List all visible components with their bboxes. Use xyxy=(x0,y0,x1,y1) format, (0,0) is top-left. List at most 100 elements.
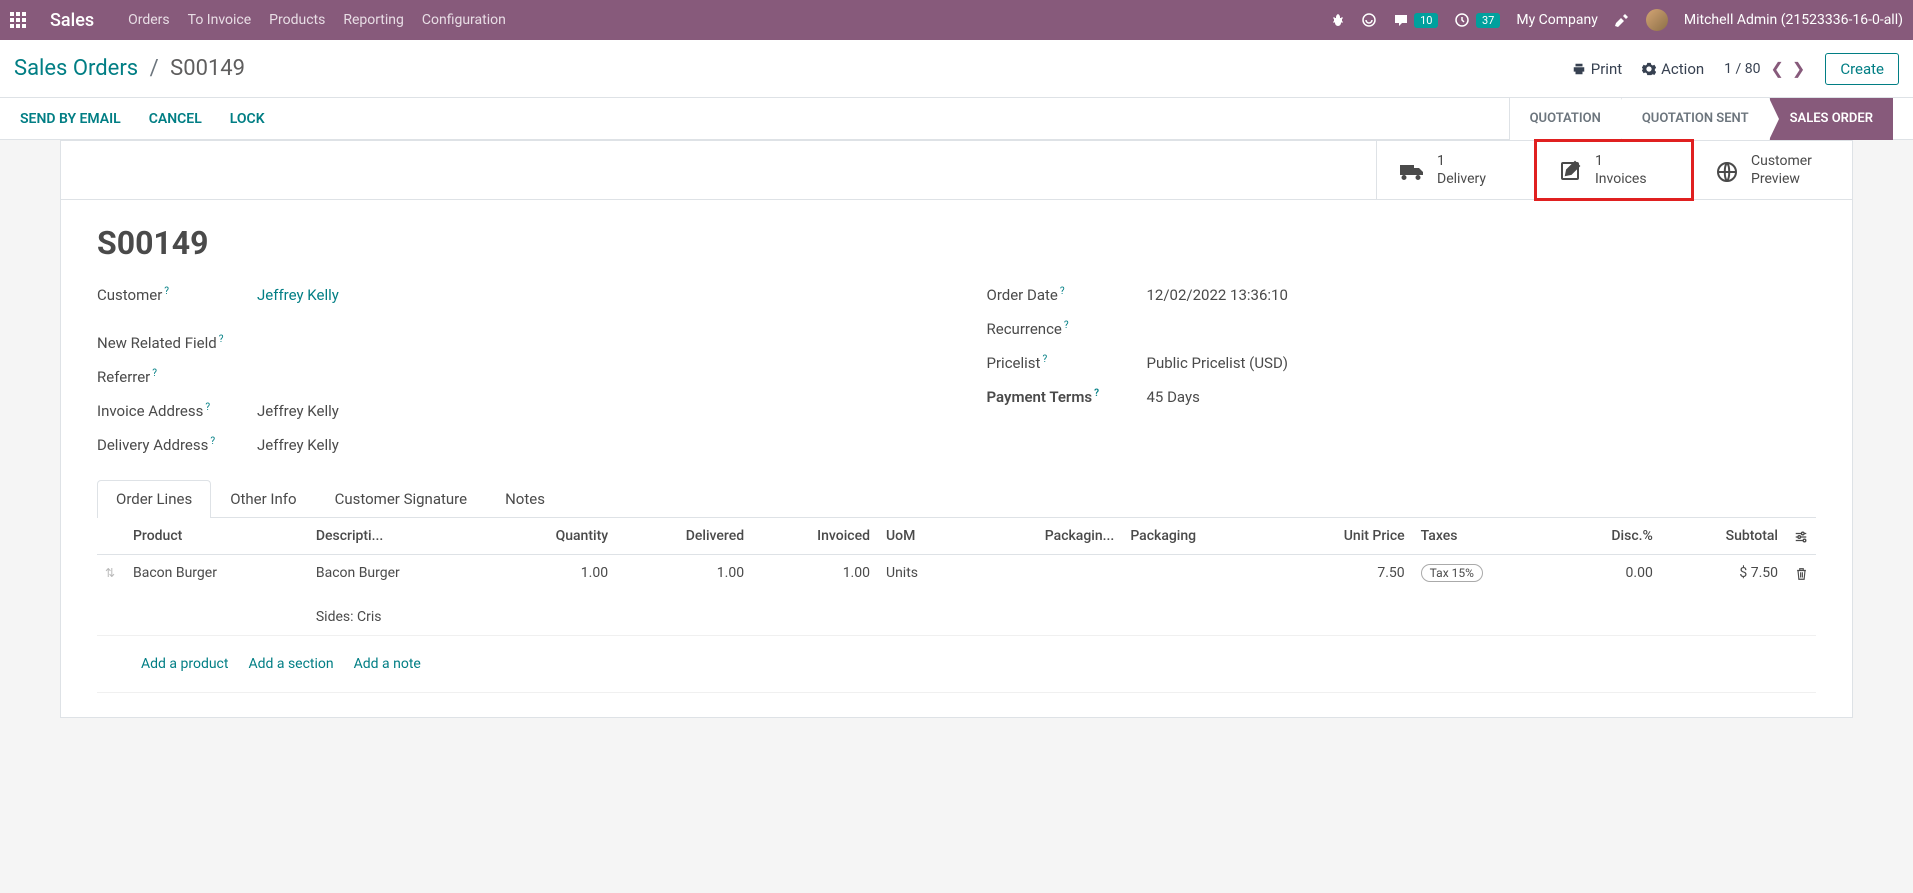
columns-settings-icon[interactable] xyxy=(1794,528,1808,544)
cell-quantity[interactable]: 1.00 xyxy=(491,555,616,636)
pager-text: 1 / 80 xyxy=(1724,61,1760,77)
label-referrer: Referrer? xyxy=(97,368,257,386)
label-recurrence: Recurrence? xyxy=(987,320,1147,338)
stat-invoices[interactable]: 1 Invoices xyxy=(1534,139,1694,201)
th-description[interactable]: Descripti... xyxy=(308,518,491,555)
nav-products[interactable]: Products xyxy=(269,12,325,28)
table-row[interactable]: ⇅ Bacon Burger Bacon Burger Sides: Cris … xyxy=(97,555,1816,636)
nav-orders[interactable]: Orders xyxy=(128,12,170,28)
th-disc[interactable]: Disc.% xyxy=(1556,518,1661,555)
help-icon[interactable]: ? xyxy=(1042,354,1047,365)
messages-icon[interactable]: 10 xyxy=(1393,12,1439,28)
value-invoice-address[interactable]: Jeffrey Kelly xyxy=(257,402,339,420)
th-invoiced[interactable]: Invoiced xyxy=(752,518,878,555)
cell-product[interactable]: Bacon Burger xyxy=(125,555,308,636)
create-button[interactable]: Create xyxy=(1825,53,1899,85)
activities-icon[interactable]: 37 xyxy=(1454,12,1500,28)
tab-other-info[interactable]: Other Info xyxy=(211,480,315,517)
nav-to-invoice[interactable]: To Invoice xyxy=(188,12,252,28)
status-bar: QUOTATION QUOTATION SENT SALES ORDER xyxy=(1509,98,1893,140)
app-brand[interactable]: Sales xyxy=(50,10,94,31)
pager-next[interactable]: ❯ xyxy=(1792,59,1805,78)
action-button[interactable]: Action xyxy=(1642,60,1704,78)
cell-delivered[interactable]: 1.00 xyxy=(616,555,752,636)
table-header-row: Product Descripti... Quantity Delivered … xyxy=(97,518,1816,555)
add-section-link[interactable]: Add a section xyxy=(248,656,333,672)
help-icon[interactable]: ? xyxy=(152,368,157,379)
cell-packaging-qty[interactable] xyxy=(966,555,1122,636)
add-links-row: Add a product Add a section Add a note xyxy=(97,636,1816,693)
tab-notes[interactable]: Notes xyxy=(486,480,564,517)
help-icon[interactable]: ? xyxy=(210,436,215,447)
apps-icon[interactable] xyxy=(10,12,26,28)
support-icon[interactable] xyxy=(1361,12,1377,28)
add-product-link[interactable]: Add a product xyxy=(141,656,228,672)
help-icon[interactable]: ? xyxy=(1064,320,1069,331)
status-quotation-sent[interactable]: QUOTATION SENT xyxy=(1621,98,1769,140)
help-icon[interactable]: ? xyxy=(1060,286,1065,297)
stat-delivery[interactable]: 1 Delivery xyxy=(1376,141,1536,199)
print-icon xyxy=(1572,62,1586,76)
status-sales-order[interactable]: SALES ORDER xyxy=(1769,98,1893,140)
label-customer: Customer? xyxy=(97,286,257,304)
activities-badge: 37 xyxy=(1476,13,1500,28)
globe-icon xyxy=(1715,156,1739,184)
cell-taxes[interactable]: Tax 15% xyxy=(1413,555,1556,636)
th-quantity[interactable]: Quantity xyxy=(491,518,616,555)
user-name[interactable]: Mitchell Admin (21523336-16-0-all) xyxy=(1684,12,1903,28)
th-packaging-qty[interactable]: Packagin... xyxy=(966,518,1122,555)
breadcrumb: Sales Orders / S00149 xyxy=(14,56,245,81)
tax-tag[interactable]: Tax 15% xyxy=(1421,564,1483,582)
help-icon[interactable]: ? xyxy=(1094,388,1099,399)
add-note-link[interactable]: Add a note xyxy=(354,656,421,672)
value-customer[interactable]: Jeffrey Kelly xyxy=(257,286,339,304)
value-order-date[interactable]: 12/02/2022 13:36:10 xyxy=(1147,286,1288,304)
stat-delivery-count: 1 xyxy=(1437,152,1486,170)
label-invoice-address: Invoice Address? xyxy=(97,402,257,420)
value-pricelist[interactable]: Public Pricelist (USD) xyxy=(1147,354,1289,372)
tab-customer-signature[interactable]: Customer Signature xyxy=(316,480,487,517)
user-avatar[interactable] xyxy=(1646,9,1668,31)
th-unit-price[interactable]: Unit Price xyxy=(1272,518,1413,555)
gear-icon xyxy=(1642,62,1656,76)
breadcrumb-parent[interactable]: Sales Orders xyxy=(14,56,138,81)
value-payment-terms[interactable]: 45 Days xyxy=(1147,388,1200,406)
th-packaging[interactable]: Packaging xyxy=(1122,518,1272,555)
th-uom[interactable]: UoM xyxy=(878,518,966,555)
th-delivered[interactable]: Delivered xyxy=(616,518,752,555)
help-icon[interactable]: ? xyxy=(205,402,210,413)
stat-preview-l2: Preview xyxy=(1751,170,1812,188)
stat-customer-preview[interactable]: Customer Preview xyxy=(1692,141,1852,199)
pager-prev[interactable]: ❮ xyxy=(1771,59,1784,78)
nav-configuration[interactable]: Configuration xyxy=(422,12,506,28)
value-delivery-address[interactable]: Jeffrey Kelly xyxy=(257,436,339,454)
cell-invoiced[interactable]: 1.00 xyxy=(752,555,878,636)
send-email-button[interactable]: SEND BY EMAIL xyxy=(20,111,121,127)
print-button[interactable]: Print xyxy=(1572,60,1622,78)
cell-description[interactable]: Bacon Burger Sides: Cris xyxy=(308,555,491,636)
cell-disc[interactable]: 0.00 xyxy=(1556,555,1661,636)
drag-handle-icon[interactable]: ⇅ xyxy=(105,566,115,580)
status-quotation[interactable]: QUOTATION xyxy=(1509,98,1621,140)
cell-packaging[interactable] xyxy=(1122,555,1272,636)
stat-preview-l1: Customer xyxy=(1751,152,1812,170)
delete-row-icon[interactable] xyxy=(1795,565,1808,581)
tab-order-lines[interactable]: Order Lines xyxy=(97,480,211,518)
action-bar: SEND BY EMAIL CANCEL LOCK QUOTATION QUOT… xyxy=(0,98,1913,140)
order-lines-table: Product Descripti... Quantity Delivered … xyxy=(97,518,1816,693)
lock-button[interactable]: LOCK xyxy=(230,111,265,127)
nav-reporting[interactable]: Reporting xyxy=(343,12,404,28)
company-selector[interactable]: My Company xyxy=(1516,12,1598,28)
cell-uom[interactable]: Units xyxy=(878,555,966,636)
th-product[interactable]: Product xyxy=(125,518,308,555)
cancel-button[interactable]: CANCEL xyxy=(149,111,202,127)
stat-invoices-count: 1 xyxy=(1595,152,1647,170)
tools-icon[interactable] xyxy=(1614,12,1630,28)
cell-unit-price[interactable]: 7.50 xyxy=(1272,555,1413,636)
breadcrumb-current: S00149 xyxy=(170,56,245,81)
bug-icon[interactable] xyxy=(1329,12,1345,28)
help-icon[interactable]: ? xyxy=(164,286,169,297)
th-taxes[interactable]: Taxes xyxy=(1413,518,1556,555)
th-subtotal[interactable]: Subtotal xyxy=(1661,518,1786,555)
help-icon[interactable]: ? xyxy=(219,334,224,345)
